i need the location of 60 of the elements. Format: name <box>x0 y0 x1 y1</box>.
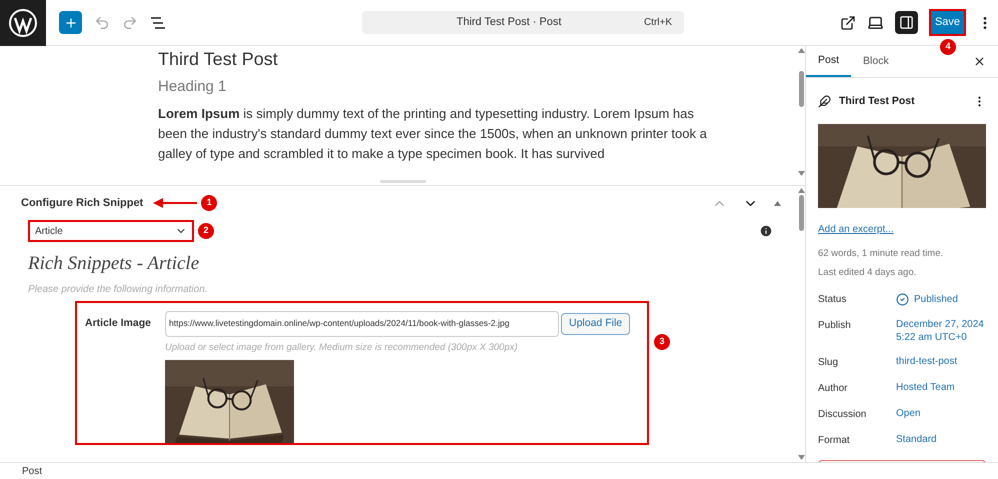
property-label: Slug <box>818 356 840 370</box>
collapse-icon[interactable] <box>774 200 781 206</box>
paragraph-block[interactable]: Lorem Ipsum is simply dummy text of the printing and typesetting industry. Lorem Ipsum has been the industry's standard dummy text ever since the 1500s, when an unknown printer took a galley of type and scrambled it to make a type specimen book. It has survived <box>158 104 718 164</box>
section-heading: Rich Snippets - Article <box>27 252 200 276</box>
sidebar-tab[interactable]: Post <box>806 46 852 77</box>
property-link[interactable]: third-test-post <box>896 355 958 368</box>
scroll-down-icon[interactable] <box>798 171 804 176</box>
redo-icon[interactable] <box>122 14 138 30</box>
scroll-up-icon[interactable] <box>798 188 804 193</box>
last-edited-text: Last edited 4 days ago. <box>818 266 918 280</box>
undo-icon[interactable] <box>94 14 110 30</box>
image-url-field[interactable]: https://www.livetestingdomain.online/wp-content/uploads/2024/11/book-with-glasses-2.jpg <box>165 310 559 336</box>
callout-badge: 3 <box>654 334 670 350</box>
property-link[interactable]: Open <box>896 407 920 420</box>
panel-title[interactable]: Configure Rich Snippet <box>21 194 144 212</box>
command-palette-button[interactable]: Third Test Post · Post Ctrl+K <box>362 11 684 34</box>
sidebar-tab[interactable]: Block <box>851 46 901 77</box>
wordpress-logo[interactable] <box>0 0 46 46</box>
preview-external-icon[interactable] <box>840 14 856 30</box>
property-label: Status <box>818 293 848 308</box>
property-link[interactable]: Hosted Team <box>896 381 955 394</box>
list-view-icon[interactable] <box>150 16 166 30</box>
callout-badge: 1 <box>201 195 218 211</box>
excerpt-link[interactable]: Add an excerpt... <box>818 222 986 237</box>
property-label: Format <box>818 434 851 448</box>
post-card-title: Third Test Post <box>839 94 916 109</box>
upload-file-button[interactable]: Upload File <box>561 312 630 334</box>
save-button[interactable]: Save <box>929 9 966 36</box>
feather-icon <box>818 95 831 108</box>
arrow-annotation <box>153 198 198 208</box>
close-icon[interactable] <box>973 55 986 68</box>
scrollbar[interactable] <box>797 46 805 178</box>
block-heading[interactable]: Heading 1 <box>158 76 797 98</box>
add-block-button[interactable] <box>59 11 82 34</box>
device-preview-icon[interactable] <box>867 14 884 31</box>
status-button[interactable]: Published <box>896 292 958 308</box>
schema-select[interactable]: Article <box>28 220 194 242</box>
settings-toggle-button[interactable] <box>895 11 918 34</box>
property-label: Author <box>818 382 848 396</box>
property-label: Discussion <box>818 408 868 422</box>
scrollbar[interactable] <box>797 186 805 462</box>
property-link[interactable]: December 27, 2024 5:22 am UTC+0 <box>896 318 984 344</box>
wordpress-icon <box>9 8 37 36</box>
word-count-text: 62 words, 1 minute read time. <box>818 246 944 261</box>
callout-badge: 2 <box>198 223 214 239</box>
section-hint: Please provide the following information. <box>27 282 209 296</box>
scroll-down-icon[interactable] <box>798 455 804 460</box>
sidebar-icon <box>899 15 914 30</box>
field-help: Upload or select image from gallery. Medium size is recommended (300px X 300px) <box>165 340 519 354</box>
check-circle-icon <box>896 293 909 306</box>
scroll-up-icon[interactable] <box>798 48 804 53</box>
callout-badge: 4 <box>940 39 956 55</box>
property-label: Publish <box>818 319 852 334</box>
plus-icon <box>64 16 78 30</box>
property-link[interactable]: Standard <box>896 433 937 446</box>
field-label: Article Image <box>85 316 152 330</box>
breadcrumb-item[interactable]: Post <box>22 464 42 478</box>
info-icon[interactable] <box>759 224 773 238</box>
post-title[interactable]: Third Test Post <box>158 48 797 70</box>
resize-handle[interactable] <box>380 180 426 183</box>
